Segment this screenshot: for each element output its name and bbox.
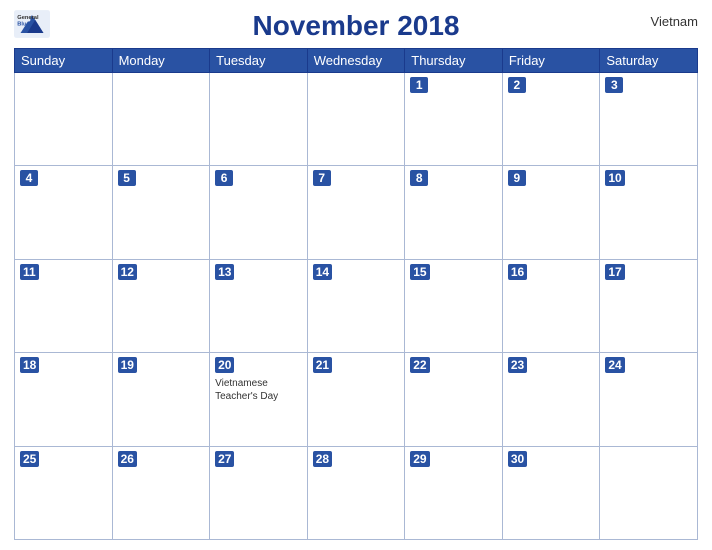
day-number: 19 <box>118 357 137 373</box>
calendar-cell: 8 <box>405 166 503 259</box>
calendar-cell: 16 <box>502 259 600 352</box>
calendar-cell: 18 <box>15 353 113 446</box>
calendar-cell: 5 <box>112 166 210 259</box>
calendar-cell <box>307 73 405 166</box>
day-number: 27 <box>215 451 234 467</box>
calendar-cell: 9 <box>502 166 600 259</box>
calendar-cell: 24 <box>600 353 698 446</box>
calendar-wrapper: General Blue November 2018 Vietnam Sunda… <box>0 0 712 550</box>
calendar-cell: 19 <box>112 353 210 446</box>
weekday-header-monday: Monday <box>112 49 210 73</box>
weekday-header-row: SundayMondayTuesdayWednesdayThursdayFrid… <box>15 49 698 73</box>
calendar-cell: 7 <box>307 166 405 259</box>
day-number: 18 <box>20 357 39 373</box>
calendar-cell: 21 <box>307 353 405 446</box>
calendar-cell: 6 <box>210 166 308 259</box>
week-row-2: 4 5 6 7 8 9 10 <box>15 166 698 259</box>
calendar-cell: 1 <box>405 73 503 166</box>
day-number: 24 <box>605 357 624 373</box>
calendar-cell <box>600 446 698 539</box>
calendar-header: General Blue November 2018 Vietnam <box>14 10 698 42</box>
day-number: 25 <box>20 451 39 467</box>
day-number: 15 <box>410 264 429 280</box>
day-number: 6 <box>215 170 233 186</box>
week-row-3: 11 12 13 14 15 16 17 <box>15 259 698 352</box>
day-number: 5 <box>118 170 136 186</box>
weekday-header-tuesday: Tuesday <box>210 49 308 73</box>
week-row-4: 18 19 20 Vietnamese Teacher's Day 21 22 23 24 <box>15 353 698 446</box>
calendar-title: November 2018 <box>14 10 698 42</box>
calendar-cell: 30 <box>502 446 600 539</box>
day-number: 23 <box>508 357 527 373</box>
day-number: 1 <box>410 77 428 93</box>
day-number: 2 <box>508 77 526 93</box>
calendar-cell: 20 Vietnamese Teacher's Day <box>210 353 308 446</box>
calendar-cell: 28 <box>307 446 405 539</box>
calendar-table: SundayMondayTuesdayWednesdayThursdayFrid… <box>14 48 698 540</box>
holiday-label: Vietnamese Teacher's Day <box>215 377 302 403</box>
calendar-cell: 26 <box>112 446 210 539</box>
day-number: 30 <box>508 451 527 467</box>
day-number: 21 <box>313 357 332 373</box>
calendar-cell: 11 <box>15 259 113 352</box>
calendar-cell: 2 <box>502 73 600 166</box>
calendar-cell: 17 <box>600 259 698 352</box>
calendar-cell: 25 <box>15 446 113 539</box>
calendar-cell: 22 <box>405 353 503 446</box>
day-number: 16 <box>508 264 527 280</box>
weekday-header-sunday: Sunday <box>15 49 113 73</box>
calendar-cell: 29 <box>405 446 503 539</box>
day-number: 12 <box>118 264 137 280</box>
month-year-title: November 2018 <box>14 10 698 42</box>
day-number: 13 <box>215 264 234 280</box>
day-number: 26 <box>118 451 137 467</box>
calendar-cell: 13 <box>210 259 308 352</box>
day-number: 28 <box>313 451 332 467</box>
calendar-cell: 12 <box>112 259 210 352</box>
calendar-cell: 15 <box>405 259 503 352</box>
day-number: 29 <box>410 451 429 467</box>
weekday-header-saturday: Saturday <box>600 49 698 73</box>
calendar-cell: 3 <box>600 73 698 166</box>
day-number: 4 <box>20 170 38 186</box>
day-number: 3 <box>605 77 623 93</box>
day-number: 14 <box>313 264 332 280</box>
calendar-cell <box>112 73 210 166</box>
day-number: 7 <box>313 170 331 186</box>
calendar-cell: 23 <box>502 353 600 446</box>
day-number: 8 <box>410 170 428 186</box>
day-number: 10 <box>605 170 624 186</box>
weekday-header-thursday: Thursday <box>405 49 503 73</box>
calendar-cell: 14 <box>307 259 405 352</box>
logo: General Blue <box>14 10 50 38</box>
calendar-cell: 4 <box>15 166 113 259</box>
day-number: 17 <box>605 264 624 280</box>
calendar-cell: 10 <box>600 166 698 259</box>
day-number: 20 <box>215 357 234 373</box>
day-number: 9 <box>508 170 526 186</box>
week-row-1: 1 2 3 <box>15 73 698 166</box>
day-number: 22 <box>410 357 429 373</box>
calendar-cell: 27 <box>210 446 308 539</box>
calendar-cell <box>15 73 113 166</box>
weekday-header-friday: Friday <box>502 49 600 73</box>
week-row-5: 25 26 27 28 29 30 <box>15 446 698 539</box>
calendar-cell <box>210 73 308 166</box>
weekday-header-wednesday: Wednesday <box>307 49 405 73</box>
svg-text:General: General <box>17 15 39 21</box>
day-number: 11 <box>20 264 39 280</box>
svg-text:Blue: Blue <box>17 22 29 28</box>
country-label: Vietnam <box>651 14 698 29</box>
